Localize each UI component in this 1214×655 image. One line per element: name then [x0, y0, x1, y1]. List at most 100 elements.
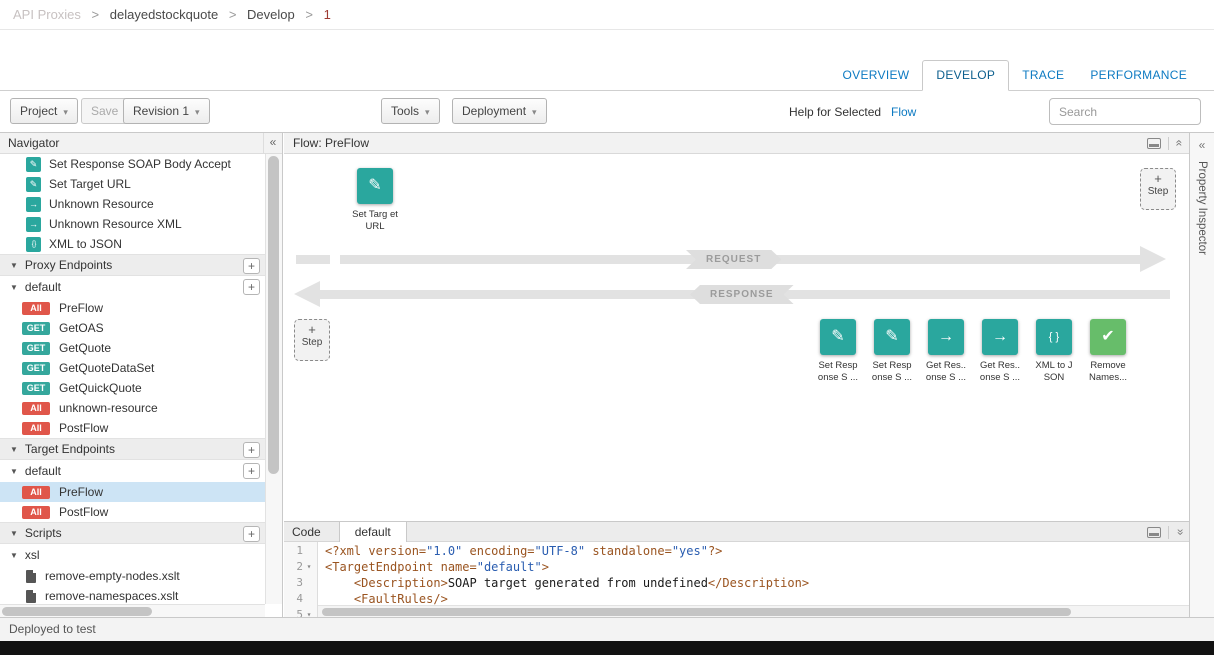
nav-policy-unknown-resource-xml[interactable]: → Unknown Resource XML	[0, 214, 265, 234]
nav-proxy-getquickquote[interactable]: GET GetQuickQuote	[0, 378, 265, 398]
collapse-panel-icon[interactable]: «	[1170, 529, 1190, 536]
add-target-endpoint-button[interactable]: +	[243, 442, 260, 458]
triangle-down-icon: ▼	[10, 529, 18, 538]
flow-step-get-response-1[interactable]: → Get Res.. onse S ...	[919, 319, 973, 384]
triangle-down-icon: ▼	[10, 283, 18, 292]
navigator-tree: ✎ Set Response SOAP Body Accept ✎ Set Ta…	[0, 154, 265, 604]
nav-script-remove-namespaces[interactable]: remove-namespaces.xslt	[0, 586, 265, 604]
flow-step-set-response-1[interactable]: ✎ Set Resp onse S ...	[811, 319, 865, 384]
caret-down-icon: ▾	[425, 107, 430, 117]
tab-bar: OVERVIEW DEVELOP TRACE PERFORMANCE	[0, 60, 1214, 91]
add-response-step-button[interactable]: + Step	[294, 319, 330, 361]
nav-proxy-getquotedataset[interactable]: GET GetQuoteDataSet	[0, 358, 265, 378]
breadcrumb-proxy-name[interactable]: delayedstockquote	[110, 7, 218, 22]
tab-overview[interactable]: OVERVIEW	[830, 60, 923, 90]
flow-method-badge: GET	[22, 362, 50, 375]
nav-target-postflow[interactable]: All PostFlow	[0, 502, 265, 522]
tab-trace[interactable]: TRACE	[1009, 60, 1077, 90]
main-workspace: Navigator « ✎ Set Response SOAP Body Acc…	[0, 132, 1214, 617]
tab-develop[interactable]: DEVELOP	[922, 60, 1009, 91]
arrow-icon: →	[982, 319, 1018, 355]
fold-caret-icon[interactable]: ▾	[303, 559, 315, 575]
step-label: Set Targ et URL	[348, 209, 402, 233]
section-scripts[interactable]: ▼ Scripts +	[0, 522, 265, 544]
add-script-button[interactable]: +	[243, 526, 260, 542]
deployment-menu-button[interactable]: Deployment▾	[452, 98, 547, 124]
maximize-panel-icon[interactable]	[1147, 138, 1161, 149]
flow-header: Flow: PreFlow «	[284, 133, 1189, 154]
section-proxy-endpoints[interactable]: ▼ Proxy Endpoints +	[0, 254, 265, 276]
step-label: XML to J SON	[1027, 360, 1081, 384]
flow-step-get-response-2[interactable]: → Get Res.. onse S ...	[973, 319, 1027, 384]
file-label: remove-empty-nodes.xslt	[45, 569, 180, 583]
nav-policy-set-response-soap-body-accept[interactable]: ✎ Set Response SOAP Body Accept	[0, 154, 265, 174]
policy-label: Unknown Resource	[49, 197, 154, 211]
nav-proxy-postflow[interactable]: All PostFlow	[0, 418, 265, 438]
nav-script-remove-empty-nodes[interactable]: remove-empty-nodes.xslt	[0, 566, 265, 586]
nav-target-preflow-selected[interactable]: All PreFlow	[0, 482, 265, 502]
nav-proxy-preflow[interactable]: All PreFlow	[0, 298, 265, 318]
breadcrumb-develop[interactable]: Develop	[247, 7, 295, 22]
policy-label: Unknown Resource XML	[49, 217, 182, 231]
add-request-step-button[interactable]: + Step	[1140, 168, 1176, 210]
property-inspector-strip[interactable]: « Property Inspector	[1189, 133, 1214, 618]
flow-label: GetQuickQuote	[59, 381, 142, 395]
step-label: Remove Names...	[1081, 360, 1135, 384]
navigator-header: Navigator «	[0, 133, 282, 154]
nav-proxy-getoas[interactable]: GET GetOAS	[0, 318, 265, 338]
save-button[interactable]: Save	[81, 98, 128, 124]
response-arrowhead-icon	[294, 281, 320, 307]
flow-method-badge: All	[22, 402, 50, 415]
nav-policy-unknown-resource[interactable]: → Unknown Resource	[0, 194, 265, 214]
help-selected-flow-link[interactable]: Flow	[891, 105, 916, 119]
nav-group-xsl[interactable]: ▼ xsl	[0, 544, 265, 566]
flow-method-badge: All	[22, 506, 50, 519]
revision-menu-button[interactable]: Revision 1▾	[123, 98, 210, 124]
status-bar: Deployed to test	[0, 617, 1214, 641]
search-input[interactable]	[1049, 98, 1201, 125]
plus-icon: +	[295, 323, 329, 337]
add-flow-button[interactable]: +	[243, 463, 260, 479]
flow-title: Flow: PreFlow	[293, 136, 369, 150]
flow-step-set-response-2[interactable]: ✎ Set Resp onse S ...	[865, 319, 919, 384]
pencil-icon: ✎	[357, 168, 393, 204]
nav-proxy-unknown-resource[interactable]: All unknown-resource	[0, 398, 265, 418]
breadcrumb-api-proxies[interactable]: API Proxies	[13, 7, 81, 22]
scrollbar-thumb[interactable]	[2, 607, 152, 616]
navigator-vertical-scrollbar[interactable]	[265, 154, 282, 604]
nav-group-proxy-default[interactable]: ▼ default +	[0, 276, 265, 298]
navigator-horizontal-scrollbar[interactable]	[0, 604, 265, 618]
flow-step-remove-namespaces[interactable]: ✔ Remove Names...	[1081, 319, 1135, 384]
section-title: Target Endpoints	[25, 442, 115, 456]
expand-property-inspector-icon[interactable]: «	[1199, 138, 1206, 152]
nav-policy-set-target-url[interactable]: ✎ Set Target URL	[0, 174, 265, 194]
flow-editor-panel: Flow: PreFlow « ✎ Set Targ et URL + Step	[284, 133, 1189, 521]
code-editor[interactable]: 1 2▾ 3 4 5▾ <?xml version="1.0" encoding…	[284, 542, 1189, 618]
flow-header-icons: «	[1147, 133, 1183, 153]
nav-policy-xml-to-json[interactable]: { } XML to JSON	[0, 234, 265, 254]
project-menu-button[interactable]: Project▾	[10, 98, 78, 124]
add-proxy-endpoint-button[interactable]: +	[243, 258, 260, 274]
flow-step-xml-to-json[interactable]: { } XML to J SON	[1027, 319, 1081, 384]
code-header: Codedefault «	[284, 521, 1189, 542]
nav-group-target-default[interactable]: ▼ default +	[0, 460, 265, 482]
save-label: Save	[91, 104, 118, 118]
tab-performance[interactable]: PERFORMANCE	[1077, 60, 1200, 90]
collapse-panel-icon[interactable]: «	[1170, 140, 1190, 147]
tools-menu-button[interactable]: Tools▾	[381, 98, 440, 124]
navigator-collapse-button[interactable]: «	[263, 133, 282, 153]
code-header-icons: «	[1147, 522, 1183, 542]
section-title: Proxy Endpoints	[25, 258, 112, 272]
flow-step-set-target-url[interactable]: ✎ Set Targ et URL	[348, 168, 402, 233]
deployment-status-text: Deployed to test	[9, 622, 96, 636]
scrollbar-thumb[interactable]	[268, 156, 279, 474]
section-target-endpoints[interactable]: ▼ Target Endpoints +	[0, 438, 265, 460]
maximize-panel-icon[interactable]	[1147, 527, 1161, 538]
code-panel: Codedefault « 1 2▾ 3 4 5▾ <?xml version=…	[284, 521, 1189, 618]
file-icon	[26, 590, 36, 603]
nav-proxy-getquote[interactable]: GET GetQuote	[0, 338, 265, 358]
code-tab-default[interactable]: default	[339, 522, 407, 542]
scrollbar-thumb[interactable]	[322, 608, 1071, 616]
arrow-icon: →	[26, 217, 41, 232]
add-flow-button[interactable]: +	[243, 279, 260, 295]
